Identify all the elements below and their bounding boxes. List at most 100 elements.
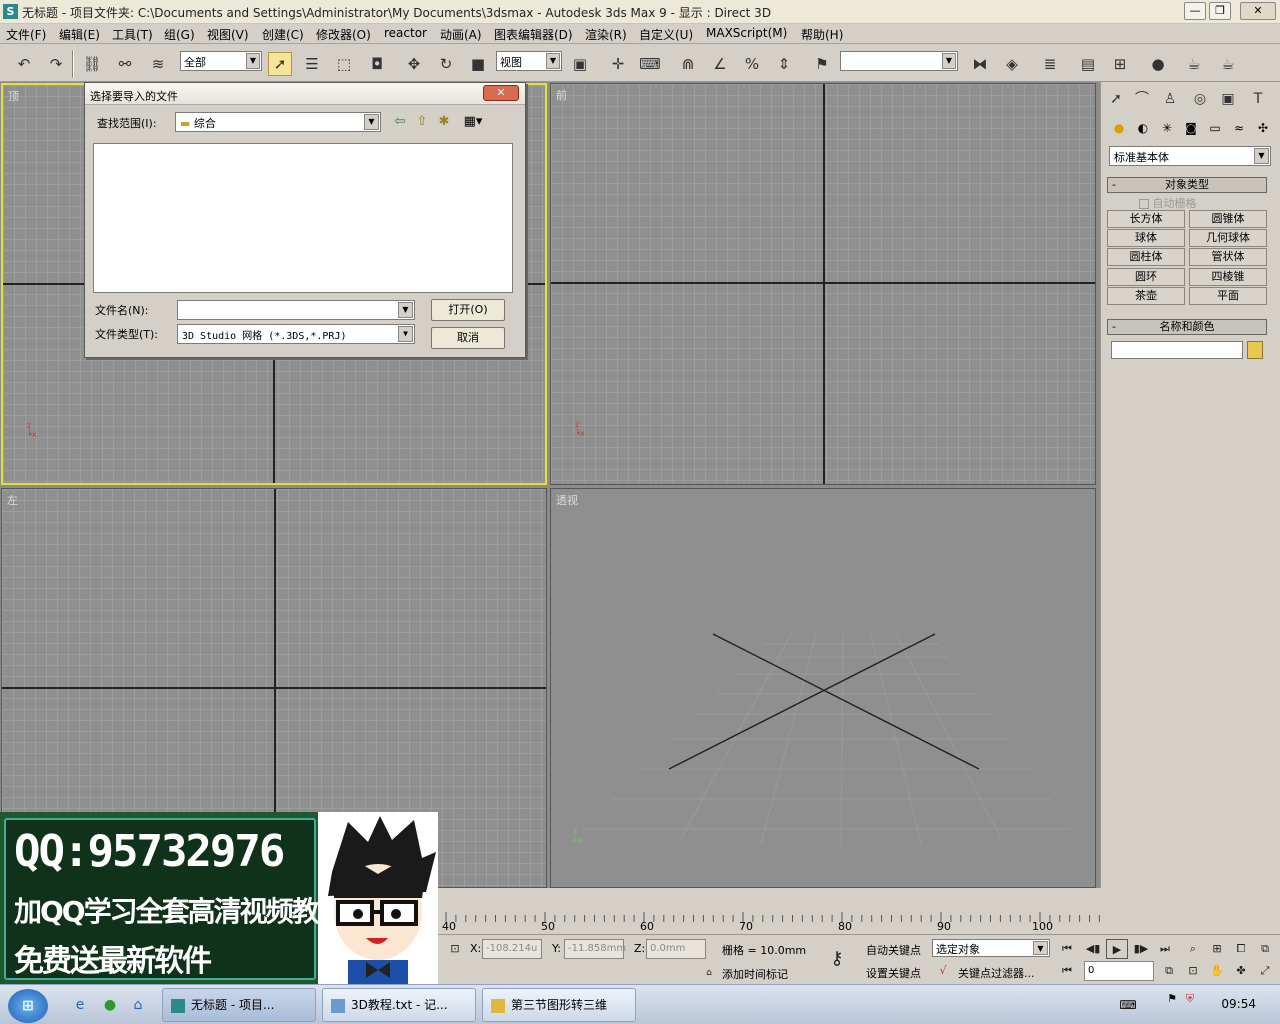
play-icon[interactable]: ▶: [1106, 939, 1128, 959]
pyramid-button[interactable]: 四棱锥: [1189, 268, 1267, 286]
arc-rotate-icon[interactable]: ✤: [1230, 961, 1252, 981]
menu-reactor[interactable]: reactor: [384, 26, 427, 40]
sphere-button[interactable]: 球体: [1107, 229, 1185, 247]
key-filters-button[interactable]: 关键点过滤器...: [958, 965, 1035, 981]
systems-icon[interactable]: ✣: [1253, 118, 1273, 138]
menu-help[interactable]: 帮助(H): [801, 26, 843, 43]
cylinder-button[interactable]: 圆柱体: [1107, 248, 1185, 266]
geosphere-button[interactable]: 几何球体: [1189, 229, 1267, 247]
helpers-icon[interactable]: ▭: [1205, 118, 1225, 138]
hierarchy-tab-icon[interactable]: ♙: [1159, 88, 1181, 110]
new-folder-icon[interactable]: ✱: [435, 113, 453, 131]
unlink-icon[interactable]: ⚯: [113, 52, 137, 76]
tube-button[interactable]: 管状体: [1189, 248, 1267, 266]
select-manipulate-icon[interactable]: ✛: [606, 52, 630, 76]
menu-rendering[interactable]: 渲染(R): [585, 26, 627, 43]
named-selection-dropdown[interactable]: ▼: [840, 51, 958, 71]
menu-tools[interactable]: 工具(T): [112, 26, 153, 43]
move-icon[interactable]: ✥: [402, 52, 426, 76]
autogrid-checkbox[interactable]: 自动栅格: [1139, 195, 1197, 211]
quick-render-icon[interactable]: ☕: [1216, 52, 1240, 76]
lights-icon[interactable]: ✳: [1157, 118, 1177, 138]
time-config-icon[interactable]: ⧉: [1158, 961, 1180, 981]
render-scene-icon[interactable]: ☕: [1182, 52, 1206, 76]
cone-button[interactable]: 圆锥体: [1189, 210, 1267, 228]
rotate-icon[interactable]: ↻: [434, 52, 458, 76]
file-list[interactable]: [93, 143, 513, 293]
pivot-center-icon[interactable]: ▣: [568, 52, 592, 76]
box-button[interactable]: 长方体: [1107, 210, 1185, 228]
selection-set-dropdown[interactable]: 选定对象 ▼: [932, 939, 1050, 957]
filename-input[interactable]: ▼: [177, 300, 415, 320]
task-3dsmax[interactable]: 无标题 - 项目...: [162, 988, 316, 1022]
schematic-view-icon[interactable]: ⊞: [1108, 52, 1132, 76]
curve-editor-icon[interactable]: ▤: [1076, 52, 1100, 76]
angle-snap-icon[interactable]: ∠: [708, 52, 732, 76]
menu-views[interactable]: 视图(V): [207, 26, 249, 43]
time-tag-icon[interactable]: ⌂: [698, 963, 720, 983]
selection-filter-dropdown[interactable]: 全部 ▼: [180, 51, 262, 71]
view-menu-icon[interactable]: ▦▾: [459, 113, 487, 131]
key-mode-toggle-icon[interactable]: ⏮: [1056, 961, 1078, 981]
menu-customize[interactable]: 自定义(U): [639, 26, 693, 43]
look-in-dropdown[interactable]: ▬ 综合 ▼: [175, 112, 381, 132]
security-tray-icon[interactable]: ⛨: [1180, 989, 1200, 1009]
absolute-mode-icon[interactable]: ⊡: [444, 939, 466, 959]
open-button[interactable]: 打开(O): [431, 299, 505, 321]
percent-snap-icon[interactable]: %: [740, 52, 764, 76]
current-frame-field[interactable]: 0: [1084, 961, 1154, 981]
menu-graph-editors[interactable]: 图表编辑器(D): [494, 26, 573, 43]
display-tab-icon[interactable]: ▣: [1217, 88, 1239, 110]
y-coordinate-field[interactable]: -11.858mm: [564, 939, 626, 959]
zoom-all-icon[interactable]: ⊞: [1206, 939, 1228, 959]
dialog-close-button[interactable]: ✕: [483, 85, 519, 101]
material-editor-icon[interactable]: ●: [1146, 52, 1170, 76]
snaps-toggle-icon[interactable]: ⋒: [676, 52, 700, 76]
x-coordinate-field[interactable]: -108.214u: [482, 939, 542, 959]
select-object-icon[interactable]: ➚: [268, 52, 292, 76]
region-zoom-icon[interactable]: ⊡: [1182, 961, 1204, 981]
menu-create[interactable]: 创建(C): [262, 26, 304, 43]
select-and-link-icon[interactable]: ⛓: [80, 52, 104, 76]
zoom-icon[interactable]: ⌕: [1182, 939, 1204, 959]
minimize-button[interactable]: —: [1184, 2, 1206, 20]
zoom-extents-icon[interactable]: ⧠: [1230, 939, 1252, 959]
redo-icon[interactable]: ↷: [44, 52, 68, 76]
modify-tab-icon[interactable]: ⌒: [1131, 88, 1153, 110]
set-key-button[interactable]: 设置关键点: [866, 965, 921, 981]
z-coordinate-field[interactable]: 0.0mm: [646, 939, 706, 959]
plane-button[interactable]: 平面: [1189, 287, 1267, 305]
category-dropdown[interactable]: 标准基本体 ▼: [1109, 146, 1271, 166]
menu-group[interactable]: 组(G): [164, 26, 195, 43]
cancel-button[interactable]: 取消: [431, 327, 505, 349]
green-app-icon[interactable]: ●: [100, 995, 120, 1015]
geometry-icon[interactable]: ●: [1109, 118, 1129, 138]
show-desktop-icon[interactable]: ⌂: [128, 995, 148, 1015]
align-icon[interactable]: ◈: [1000, 52, 1024, 76]
network-tray-icon[interactable]: ⚑: [1162, 989, 1182, 1009]
go-to-end-icon[interactable]: ⏭: [1154, 939, 1176, 959]
start-button[interactable]: ⊞: [8, 989, 48, 1023]
task-notepad[interactable]: 3D教程.txt - 记...: [322, 988, 476, 1022]
time-ruler[interactable]: 40 50 60 70 80 90 100: [438, 912, 1100, 934]
restore-button[interactable]: ❐: [1209, 2, 1231, 20]
name-color-rollout[interactable]: - 名称和颜色: [1107, 319, 1267, 335]
object-type-rollout[interactable]: - 对象类型: [1107, 177, 1267, 193]
shapes-icon[interactable]: ◐: [1133, 118, 1153, 138]
spinner-snap-icon[interactable]: ⇕: [772, 52, 796, 76]
menu-maxscript[interactable]: MAXScript(M): [706, 26, 787, 40]
keyboard-shortcut-icon[interactable]: ⌨: [638, 52, 662, 76]
mirror-icon[interactable]: ⧓: [968, 52, 992, 76]
key-mode-icon[interactable]: √: [932, 961, 954, 981]
viewport-front[interactable]: 前 z ╘x: [550, 83, 1096, 485]
utilities-tab-icon[interactable]: T: [1247, 88, 1269, 110]
undo-icon[interactable]: ↶: [12, 52, 36, 76]
cameras-icon[interactable]: ◙: [1181, 118, 1201, 138]
viewport-perspective[interactable]: 透视 z ┴x: [550, 488, 1096, 888]
back-icon[interactable]: ⇦: [391, 113, 409, 131]
reference-coordinate-dropdown[interactable]: 视图 ▼: [496, 51, 562, 71]
window-crossing-icon[interactable]: ◘: [365, 52, 389, 76]
key-icon[interactable]: ⚷: [826, 949, 848, 969]
scale-icon[interactable]: ■: [466, 52, 490, 76]
object-name-input[interactable]: [1111, 341, 1243, 359]
